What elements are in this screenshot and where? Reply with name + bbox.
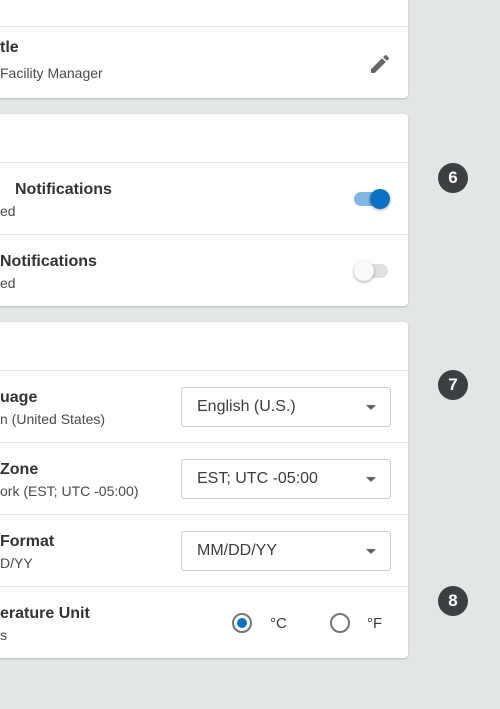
date-format-select-value: MM/DD/YY [197,542,277,559]
timezone-select[interactable]: EST; UTC -05:00 [181,459,391,499]
toggle-knob [354,261,374,281]
temperature-current: s [0,627,7,643]
job-title-label: tle [0,39,19,56]
date-format-label: Format [0,533,55,550]
timezone-current: ork (EST; UTC -05:00) [0,483,139,499]
fahrenheit-label[interactable]: °F [367,615,382,632]
notification-row-1[interactable]: Notifications ed [0,162,408,234]
celsius-radio[interactable] [232,613,252,633]
pencil-icon[interactable] [368,52,392,76]
notifications-card: Notifications ed Notifications ed [0,114,408,306]
toggle-knob [370,189,390,209]
date-format-select[interactable]: MM/DD/YY [181,531,391,571]
notification-1-toggle[interactable] [354,189,390,209]
notification-1-status: ed [0,203,16,219]
timezone-select-value: EST; UTC -05:00 [197,470,318,487]
preferences-card-header [0,322,408,370]
timezone-row: Zone ork (EST; UTC -05:00) EST; UTC -05:… [0,442,408,514]
step-badge-6: 6 [438,163,468,193]
notification-1-title: Notifications [15,181,112,198]
notification-2-toggle[interactable] [354,261,390,281]
chevron-down-icon [366,477,376,482]
language-row: uage n (United States) English (U.S.) [0,370,408,442]
language-select[interactable]: English (U.S.) [181,387,391,427]
language-label: uage [0,389,38,406]
temperature-label: erature Unit [0,605,90,622]
chevron-down-icon [366,405,376,410]
fahrenheit-radio[interactable] [330,613,350,633]
notification-2-status: ed [0,275,16,291]
job-title-row[interactable]: tle Facility Manager [0,26,408,98]
timezone-label: Zone [0,461,39,478]
date-format-current: D/YY [0,555,33,571]
notification-row-2[interactable]: Notifications ed [0,234,408,306]
chevron-down-icon [366,549,376,554]
language-current: n (United States) [0,411,106,427]
celsius-label[interactable]: °C [270,615,287,632]
date-format-row: Format D/YY MM/DD/YY [0,514,408,586]
profile-row-partial [0,0,408,26]
notifications-card-header [0,114,408,162]
job-title-value: Facility Manager [0,65,103,81]
step-badge-8: 8 [438,586,468,616]
preferences-card: uage n (United States) English (U.S.) Zo… [0,322,408,658]
profile-card-top: tle Facility Manager [0,0,408,98]
temperature-row: erature Unit s °C °F [0,586,408,658]
step-badge-7: 7 [438,370,468,400]
language-select-value: English (U.S.) [197,398,296,415]
notification-2-title: Notifications [0,253,97,270]
